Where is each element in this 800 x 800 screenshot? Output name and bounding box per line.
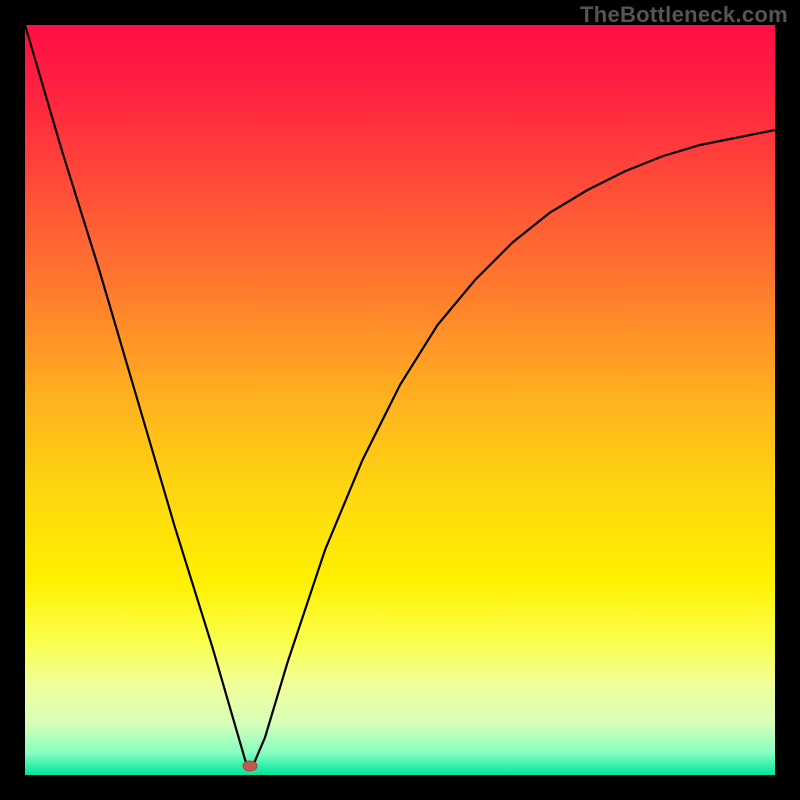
plot-area: [25, 25, 775, 775]
watermark-text: TheBottleneck.com: [580, 2, 788, 28]
optimal-point-marker: [243, 761, 257, 771]
chart-frame: TheBottleneck.com: [0, 0, 800, 800]
chart-svg: [25, 25, 775, 775]
